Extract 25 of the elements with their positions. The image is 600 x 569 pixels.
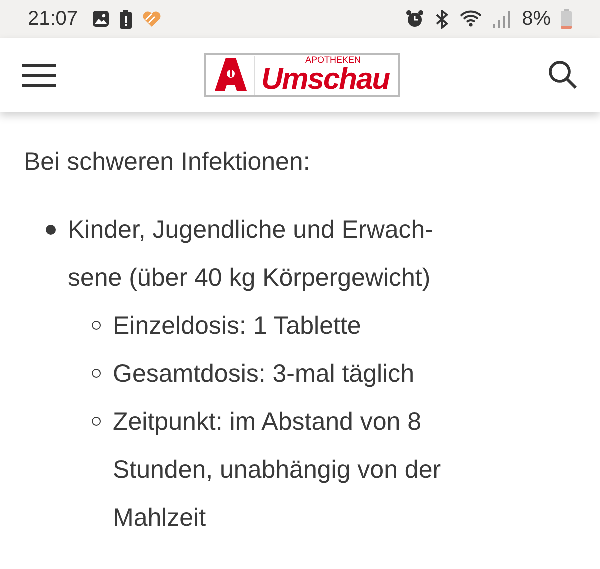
circle-bullet-icon bbox=[92, 417, 101, 426]
circle-bullet-icon bbox=[92, 321, 101, 330]
list-item-text: Zeitpunkt: im Abstand von 8 Stunden, unabhängig von der Mahlzeit bbox=[113, 407, 442, 534]
wifi-icon bbox=[460, 10, 482, 28]
bullet-icon bbox=[46, 225, 56, 235]
logo-subtitle: APOTHEKEN bbox=[305, 56, 361, 64]
logo-title: Umschau bbox=[261, 64, 390, 94]
menu-icon[interactable] bbox=[22, 63, 56, 87]
bluetooth-icon bbox=[434, 10, 450, 28]
circle-bullet-icon bbox=[92, 369, 101, 378]
list-item-text: Einzeldosis: 1 Tablette bbox=[113, 311, 362, 342]
list-item-text: Gesamtdosis: 3-mal täglich bbox=[113, 359, 416, 390]
site-logo[interactable]: APOTHEKEN Umschau bbox=[204, 53, 400, 97]
signal-icon bbox=[492, 10, 512, 28]
image-icon bbox=[92, 10, 110, 28]
alarm-icon bbox=[406, 10, 424, 28]
search-icon[interactable] bbox=[548, 60, 578, 90]
section-intro: Bei schweren Infektionen: bbox=[24, 147, 312, 178]
battery-icon bbox=[561, 9, 572, 29]
pharmacy-emblem-icon bbox=[214, 57, 248, 93]
list-item-text: Kinder, Jugendliche und Erwach- sene (über 40 kg Körpergewicht) bbox=[68, 215, 435, 294]
battery-alert-icon bbox=[120, 10, 132, 28]
battery-percentage: 8% bbox=[522, 8, 551, 30]
heart-icon bbox=[142, 10, 162, 28]
status-time: 21:07 bbox=[28, 8, 78, 30]
